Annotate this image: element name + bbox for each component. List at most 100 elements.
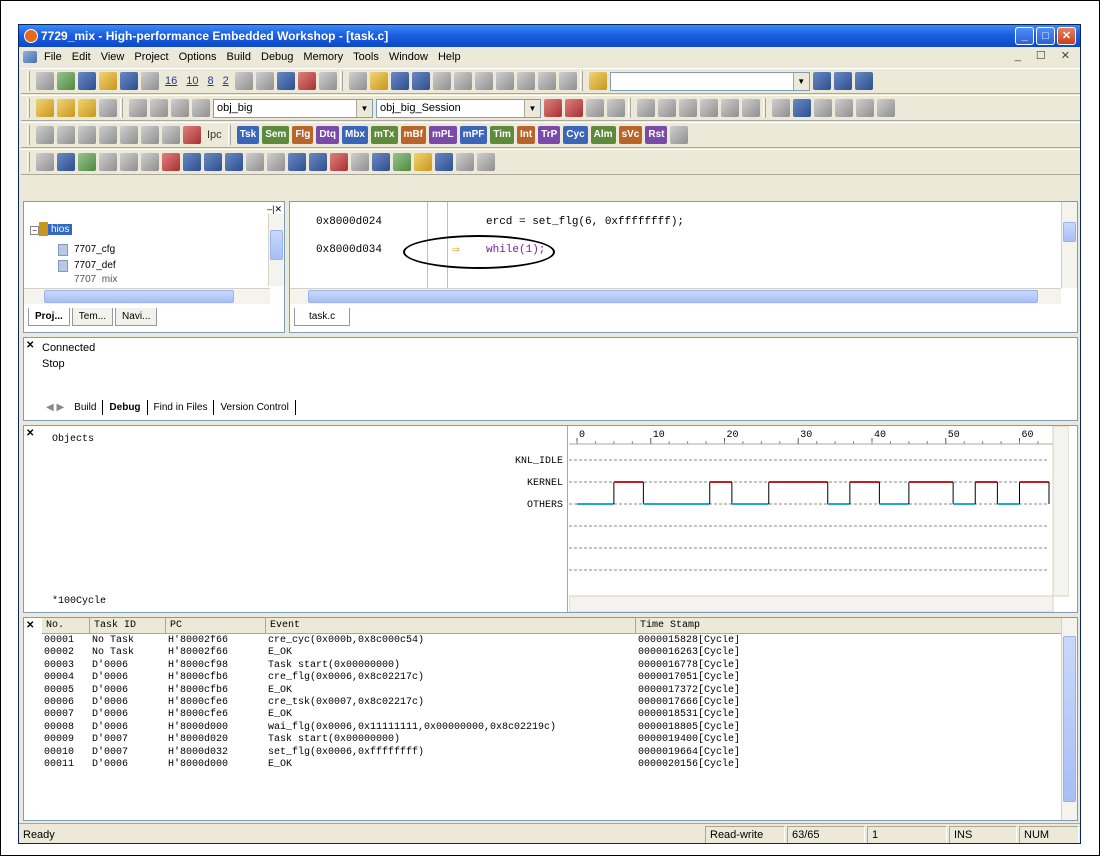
trace-row[interactable]: 00005 D'0006 H'8000cfb6 E_OK 0000017372[Cycl…	[42, 685, 836, 697]
paste-icon[interactable]	[495, 72, 514, 90]
menu-build[interactable]: Build	[222, 47, 256, 67]
tree-expand-icon[interactable]: −	[30, 226, 39, 235]
view-icon-10[interactable]	[225, 153, 243, 171]
view-icon-5[interactable]	[120, 153, 138, 171]
tree-item-7707-def[interactable]: 7707_def	[74, 260, 116, 271]
col-header-no[interactable]: No.	[42, 618, 90, 634]
view-icon-3[interactable]	[78, 153, 96, 171]
tool-icon[interactable]	[856, 99, 874, 117]
braces-icon[interactable]	[516, 72, 535, 90]
trace-row[interactable]: 00010 D'0007 H'8000d032 set_flg(0x0006,0xff…	[42, 747, 836, 759]
menu-help[interactable]: Help	[433, 47, 466, 67]
new-file-icon[interactable]	[348, 72, 367, 90]
output-tab-build[interactable]: Build	[68, 400, 104, 415]
tab-task-c[interactable]: task.c	[294, 308, 351, 326]
build-icon[interactable]	[57, 99, 75, 117]
radix-8-button[interactable]: 8	[205, 75, 217, 87]
os-cyc-button[interactable]: Cyc	[563, 126, 588, 144]
toolbar-grip[interactable]	[27, 71, 30, 91]
open-folder-icon[interactable]	[369, 72, 388, 90]
session-combo-arrow-icon[interactable]: ▼	[524, 99, 540, 117]
source-vscroll-thumb[interactable]	[1063, 222, 1076, 242]
os-mtx-button[interactable]: mTx	[370, 126, 398, 144]
disconnect-icon[interactable]	[565, 99, 583, 117]
view-icon-19[interactable]	[414, 153, 432, 171]
os-icon-3[interactable]	[78, 126, 96, 144]
hand-icon[interactable]	[36, 72, 54, 90]
output-tab-nav-icon[interactable]: ◀ ▶	[42, 400, 68, 415]
trace-row[interactable]: 00002 No Task H'80002f66 E_OK 0000016263[Cyc…	[42, 647, 836, 659]
os-icon-4[interactable]	[99, 126, 117, 144]
view-icon-21[interactable]	[456, 153, 474, 171]
tree-item-7707-mix[interactable]: 7707_mix	[74, 274, 117, 282]
trace-row[interactable]: 00001 No Task H'80002f66 cre_cyc(0x000b,0x8…	[42, 635, 836, 647]
mdi-controls[interactable]: _ ☐ ✕	[1015, 49, 1076, 62]
link-icon[interactable]	[814, 99, 832, 117]
printer-icon[interactable]	[432, 72, 451, 90]
trace-row[interactable]: 00009 D'0007 H'8000d020 Task start(0x000000…	[42, 734, 836, 746]
pin-icon[interactable]	[57, 72, 75, 90]
save-all-icon[interactable]	[411, 72, 430, 90]
os-icon-7[interactable]	[162, 126, 180, 144]
source-vscroll[interactable]	[1061, 202, 1077, 288]
view-icon-20[interactable]	[435, 153, 453, 171]
print-preview-icon[interactable]	[141, 72, 159, 90]
trace-vscroll-thumb[interactable]	[1063, 636, 1076, 802]
view-icon-11[interactable]	[246, 153, 264, 171]
view-icon-4[interactable]	[99, 153, 117, 171]
trace-row[interactable]: 00006 D'0006 H'8000cfe6 cre_tsk(0x0007,0x8c…	[42, 697, 836, 709]
os-mpl-button[interactable]: mPL	[429, 126, 457, 144]
os-tsk-button[interactable]: Tsk	[236, 126, 260, 144]
trace-row[interactable]: 00003 D'0006 H'8000cf98 Task start(0x000000…	[42, 660, 836, 672]
menu-options[interactable]: Options	[174, 47, 222, 67]
binoculars-icon[interactable]	[812, 72, 831, 90]
stop-build-icon[interactable]	[99, 99, 117, 117]
tree-hscroll-thumb[interactable]	[44, 290, 234, 303]
find-prev-icon[interactable]	[854, 72, 873, 90]
template-icon[interactable]	[537, 72, 556, 90]
tree-vscroll-thumb[interactable]	[270, 230, 283, 260]
os-icon-1[interactable]	[36, 126, 54, 144]
os-int-button[interactable]: Int	[516, 126, 536, 144]
view-icon-16[interactable]	[351, 153, 369, 171]
tab-navigation[interactable]: Navi...	[115, 308, 158, 326]
tree-item-7707-cfg[interactable]: 7707_cfg	[74, 244, 115, 255]
watch-icon[interactable]	[234, 72, 253, 90]
bookmark-icon[interactable]	[558, 72, 577, 90]
config-combo-arrow-icon[interactable]: ▼	[356, 99, 372, 117]
find-icon[interactable]	[588, 72, 607, 90]
trace-row[interactable]: 00007 D'0006 H'8000cfe6 E_OK 0000018531[Cycl…	[42, 709, 836, 721]
menu-debug[interactable]: Debug	[256, 47, 298, 67]
build-all-icon[interactable]	[78, 99, 96, 117]
os-tim-button[interactable]: Tim	[490, 126, 514, 144]
source-hscroll-thumb[interactable]	[308, 290, 1038, 303]
os-mpf-button[interactable]: mPF	[459, 126, 488, 144]
perf-close-icon[interactable]: ✕	[26, 428, 34, 439]
settings-icon[interactable]	[129, 99, 147, 117]
view-icon-1[interactable]	[36, 153, 54, 171]
reset-go-icon[interactable]	[658, 99, 676, 117]
stop-icon[interactable]	[183, 126, 201, 144]
layout-icon[interactable]	[607, 99, 625, 117]
view-icon-8[interactable]	[183, 153, 201, 171]
minimize-button[interactable]: _	[1015, 27, 1034, 45]
step-in-icon[interactable]	[679, 99, 697, 117]
menu-edit[interactable]: Edit	[67, 47, 96, 67]
calendar-icon[interactable]	[150, 99, 168, 117]
trace-row[interactable]: 00004 D'0006 H'8000cfb6 cre_flg(0x0006,0x8c…	[42, 672, 836, 684]
os-flg-button[interactable]: Flg	[292, 126, 314, 144]
session-combo[interactable]: obj_big_Session ▼	[376, 98, 541, 118]
save-icon[interactable]	[390, 72, 409, 90]
pc-button[interactable]: Ipc	[204, 129, 225, 141]
menu-file[interactable]: File	[39, 47, 67, 67]
watch2-icon[interactable]	[255, 72, 274, 90]
step-out-icon[interactable]	[721, 99, 739, 117]
view-icon-7[interactable]	[162, 153, 180, 171]
col-header-event[interactable]: Event	[266, 618, 636, 634]
source-hscroll[interactable]	[290, 288, 1061, 304]
maximize-button[interactable]: □	[1036, 27, 1055, 45]
col-header-task-id[interactable]: Task ID	[90, 618, 166, 634]
close-button[interactable]: ✕	[1057, 27, 1076, 45]
console-icon[interactable]	[78, 72, 96, 90]
view-icon-15[interactable]	[330, 153, 348, 171]
